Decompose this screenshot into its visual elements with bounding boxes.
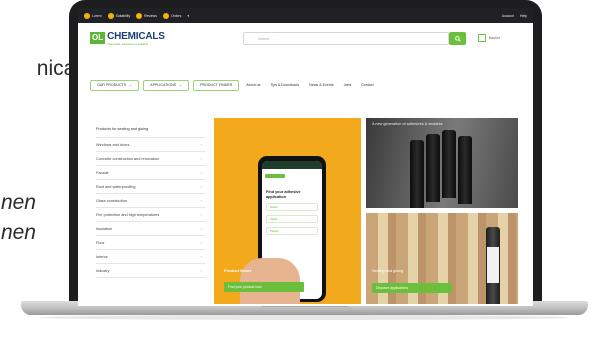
sidebar-item[interactable]: Floor › xyxy=(96,236,206,250)
nav-dropdown-applications[interactable]: APPLICATIONS ⌄ xyxy=(143,79,190,91)
account-link[interactable]: Account xyxy=(502,14,514,18)
slide-text-line-3: nen xyxy=(0,221,36,244)
phone-option: Glass xyxy=(266,203,318,212)
sidebar-item[interactable]: Glass construction › xyxy=(96,194,206,208)
hero-banner[interactable]: Find your adhesive application Glass Met… xyxy=(214,118,361,304)
nav-link-contact[interactable]: Contact xyxy=(358,83,376,87)
category-sidebar: Products for sealing and gluing Windows … xyxy=(96,120,206,278)
cart-icon xyxy=(478,34,486,42)
spray-can-image xyxy=(486,227,500,304)
top-bar-item[interactable]: Orders xyxy=(162,12,181,19)
phone-option: Plastic xyxy=(266,227,318,236)
badge-icon xyxy=(84,12,90,19)
sidebar-item[interactable]: Industry › xyxy=(96,264,206,278)
chevron-down-icon: ⌄ xyxy=(129,83,133,87)
sidebar-item[interactable]: Interior › xyxy=(96,250,206,264)
sidebar-item[interactable]: Concrete construction and renovation › xyxy=(96,152,206,166)
search-input[interactable]: Search… xyxy=(243,32,449,45)
chevron-right-icon: › xyxy=(200,212,202,217)
sidebar-heading: Products for sealing and gluing xyxy=(96,120,206,138)
logo-badge: OL xyxy=(90,32,106,44)
hero-caption: Product finder xyxy=(224,268,252,273)
top-bar: Lorem Suitability Reviews Orders ▾ Accou… xyxy=(78,8,533,23)
phone-header xyxy=(262,161,322,169)
chevron-down-icon: ⌄ xyxy=(179,83,183,87)
main-nav: OUR PRODUCTS ⌄ APPLICATIONS ⌄ PRODUCT FIND… xyxy=(90,78,530,92)
sidebar-item[interactable]: Facade › xyxy=(96,166,206,180)
chevron-right-icon: › xyxy=(200,268,202,273)
promo-panel-caption: Sealing and gluing xyxy=(372,269,404,273)
search-button[interactable] xyxy=(449,32,466,45)
cartridge-image xyxy=(410,140,424,208)
laptop-screen: Lorem Suitability Reviews Orders ▾ Accou… xyxy=(78,8,533,306)
top-bar-item[interactable]: Reviews xyxy=(136,12,157,19)
hand-image xyxy=(240,258,300,304)
chevron-right-icon: › xyxy=(200,254,202,259)
nav-link-news[interactable]: News & Events xyxy=(306,83,336,87)
sidebar-item[interactable]: Windows and doors › xyxy=(96,138,206,152)
chevron-right-icon: › xyxy=(200,142,202,147)
top-bar-item[interactable]: Suitability xyxy=(107,12,130,19)
laptop-shadow xyxy=(40,315,569,320)
chevron-right-icon: › xyxy=(200,226,202,231)
cartridge-image xyxy=(458,136,472,204)
chevron-right-icon: › xyxy=(200,170,202,175)
top-bar-item[interactable]: Lorem xyxy=(84,12,102,19)
top-bar-right: Account Help xyxy=(502,14,527,18)
nav-dropdown-products[interactable]: OUR PRODUCTS ⌄ xyxy=(90,79,140,91)
promo-panel-sealing[interactable]: Sealing and gluing Discover applications xyxy=(366,213,518,304)
nav-link-about[interactable]: About us xyxy=(243,83,263,87)
phone-progress xyxy=(265,174,285,178)
sidebar-item[interactable]: Fire protection and high temperatures › xyxy=(96,208,206,222)
hero-cta-button[interactable]: Find your product now xyxy=(224,282,304,292)
promo-panel-title: A new generation of adhesives & sealants xyxy=(372,122,443,126)
spray-can-label xyxy=(487,247,499,283)
logo-text: CHEMICALS xyxy=(107,30,165,42)
chevron-right-icon: › xyxy=(200,198,202,203)
search-icon xyxy=(454,35,461,42)
help-link[interactable]: Help xyxy=(520,14,527,18)
badge-icon xyxy=(107,12,114,19)
chevron-right-icon: › xyxy=(200,240,202,245)
language-dropdown[interactable]: ▾ xyxy=(187,14,189,18)
cart-label: Basket xyxy=(489,36,500,40)
chevron-right-icon: › xyxy=(200,184,202,189)
nav-link-tips[interactable]: Tips & Downloads xyxy=(267,83,302,87)
promo-panel-adhesives[interactable]: A new generation of adhesives & sealants xyxy=(366,118,518,208)
slide-text-line-2: nen xyxy=(0,191,36,214)
logo-subtitle: Chemicals, adhesives & sealants xyxy=(107,41,149,46)
badge-icon xyxy=(136,12,143,19)
cart-link[interactable]: Basket xyxy=(478,34,500,42)
nav-link-jobs[interactable]: Jobs xyxy=(341,83,355,87)
site-header: OL CHEMICALS Chemicals, adhesives & seal… xyxy=(78,23,533,53)
cartridge-image xyxy=(426,134,440,202)
sidebar-item[interactable]: Insulation › xyxy=(96,222,206,236)
phone-title: Find your adhesive application xyxy=(266,190,301,199)
slide-text-line-1: nical xyxy=(36,57,80,80)
sidebar-item[interactable]: Roof and waterproofing › xyxy=(96,180,206,194)
cartridge-image xyxy=(442,130,456,198)
promo-panel-button[interactable]: Discover applications xyxy=(372,283,452,293)
site-logo[interactable]: OL CHEMICALS Chemicals, adhesives & seal… xyxy=(90,31,165,46)
phone-option: Metal xyxy=(266,215,318,224)
nav-dropdown-finder[interactable]: PRODUCT FINDER xyxy=(193,79,240,91)
badge-icon xyxy=(162,12,169,19)
chevron-right-icon: › xyxy=(200,156,202,161)
